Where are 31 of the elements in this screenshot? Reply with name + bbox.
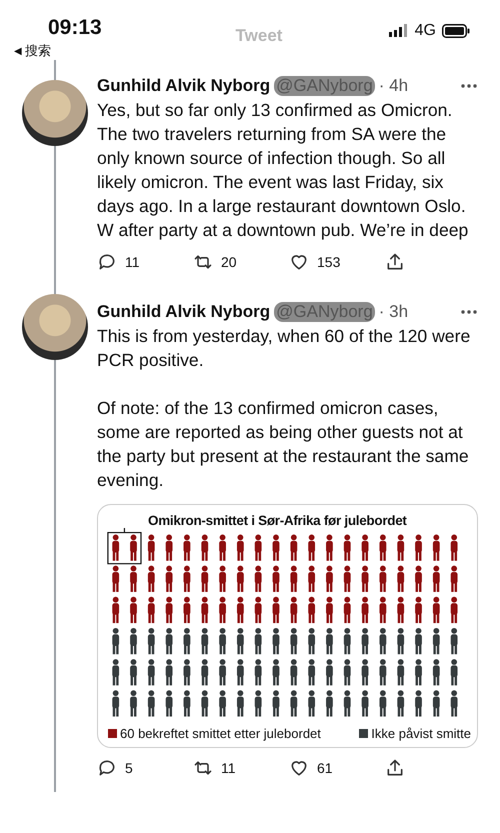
network-label: 4G	[414, 22, 436, 40]
share-icon[interactable]	[385, 252, 405, 272]
share-icon[interactable]	[385, 758, 405, 778]
reply-count: 11	[125, 254, 140, 270]
retweet-count: 11	[221, 760, 236, 776]
header-title: Tweet	[236, 26, 282, 46]
author-name[interactable]: Gunhild Alvik Nyborg	[97, 302, 270, 322]
tweet-text: This is from yesterday, when 60 of the 120 were PCR positive.	[97, 325, 472, 372]
reply-icon[interactable]	[97, 758, 117, 778]
tweet-time: · 4h	[378, 76, 410, 96]
reply-icon[interactable]	[97, 252, 117, 272]
infographic-title: Omikron-smittet i Sør-Afrika før julebordet	[148, 513, 408, 528]
like-count: 61	[317, 760, 333, 776]
tweet-time: · 3h	[378, 302, 410, 322]
retweet-count: 20	[221, 254, 237, 270]
legend-label: Ikke påvist smitte	[371, 726, 471, 741]
status-time: 09:13	[48, 16, 103, 40]
back-arrow[interactable]: ◀	[14, 45, 22, 57]
legend-label: 60 bekreftet smittet etter julebordet	[120, 726, 321, 741]
reply-count: 5	[125, 760, 133, 776]
tweet-text: Of note: of the 13 confirmed omicron cases, some are reported as being other guests not at the party but present at the restaurant the same evening.	[97, 397, 470, 492]
battery-icon	[442, 24, 470, 38]
more-icon[interactable]	[460, 83, 478, 89]
tweet-text: Yes, but so far only 13 confirmed as Omicron. The two travelers returning from SA were the only known source of infection though. So all likely omicron. The event was last Friday, six days ago. In a large restaurant downtown Oslo. W after party at a downtown pub. We’re in deep	[97, 99, 470, 242]
back-link[interactable]: 搜索	[25, 42, 51, 60]
heart-icon[interactable]	[289, 758, 309, 778]
heart-icon[interactable]	[289, 252, 309, 272]
author-name[interactable]: Gunhild Alvik Nyborg	[97, 76, 270, 96]
like-count: 153	[317, 254, 340, 270]
more-icon[interactable]	[460, 309, 478, 315]
signal-icon	[388, 24, 409, 38]
